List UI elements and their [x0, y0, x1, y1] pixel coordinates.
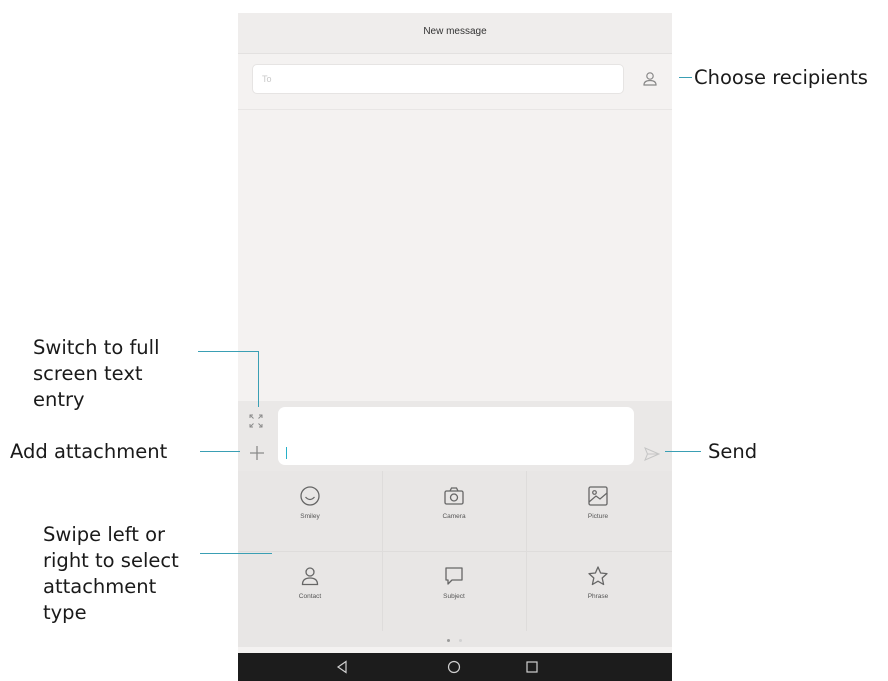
- fullscreen-icon[interactable]: [249, 414, 263, 428]
- callout-swipe-line2: right to select: [43, 549, 179, 572]
- plus-icon[interactable]: [249, 445, 265, 461]
- text-caret: [286, 447, 287, 459]
- send-icon[interactable]: [644, 447, 660, 461]
- attachment-label: Contact: [298, 593, 322, 600]
- callout-send: Send: [708, 440, 758, 463]
- recipient-row: [238, 54, 672, 110]
- attachment-label: Subject: [443, 593, 465, 600]
- callout-swipe-line4: type: [43, 601, 87, 624]
- contact-icon: [301, 567, 319, 586]
- attachment-camera[interactable]: Camera: [382, 485, 526, 564]
- attachment-label: Camera: [442, 513, 466, 520]
- callout-line: [198, 351, 259, 353]
- star-icon: [588, 566, 608, 586]
- recents-icon[interactable]: [525, 660, 539, 674]
- subject-icon: [445, 567, 463, 585]
- callout-line: [200, 553, 272, 555]
- callout-fullscreen-line1: Switch to full: [33, 336, 160, 359]
- attachment-picture[interactable]: Picture: [526, 485, 670, 564]
- home-icon[interactable]: [447, 660, 461, 674]
- callout-choose-recipients: Choose recipients: [694, 66, 868, 89]
- callout-line: [258, 351, 260, 407]
- composer-bar: [238, 401, 672, 471]
- page-dot: [459, 639, 462, 642]
- callout-swipe-line3: attachment: [43, 575, 157, 598]
- callout-line: [665, 451, 701, 453]
- attachment-grid: Smiley Camera Picture Contact Subject Ph…: [238, 471, 672, 631]
- camera-icon: [444, 487, 464, 505]
- recipient-input[interactable]: [252, 64, 624, 94]
- back-icon[interactable]: [335, 660, 349, 674]
- attachment-label: Phrase: [587, 593, 609, 600]
- callout-fullscreen-line3: entry: [33, 388, 85, 411]
- callout-swipe-line1: Swipe left or: [43, 523, 166, 546]
- callout-line: [200, 451, 240, 453]
- picture-icon: [588, 486, 608, 506]
- page-title: New message: [423, 26, 487, 37]
- callout-line: [679, 77, 692, 79]
- attachment-label: Smiley: [300, 513, 320, 520]
- navigation-bar: [238, 653, 672, 681]
- person-icon[interactable]: [641, 70, 659, 88]
- message-input[interactable]: [278, 407, 634, 465]
- page-dot-active: [447, 639, 450, 642]
- phone-screen: New message To Smiley Camera Picture Con…: [238, 13, 672, 681]
- attachment-label: Picture: [587, 513, 609, 520]
- callout-fullscreen-line2: screen text: [33, 362, 143, 385]
- callout-add-attachment: Add attachment: [10, 440, 168, 463]
- page-indicator: [238, 631, 672, 647]
- smiley-icon: [300, 486, 320, 506]
- title-bar: New message: [238, 13, 672, 54]
